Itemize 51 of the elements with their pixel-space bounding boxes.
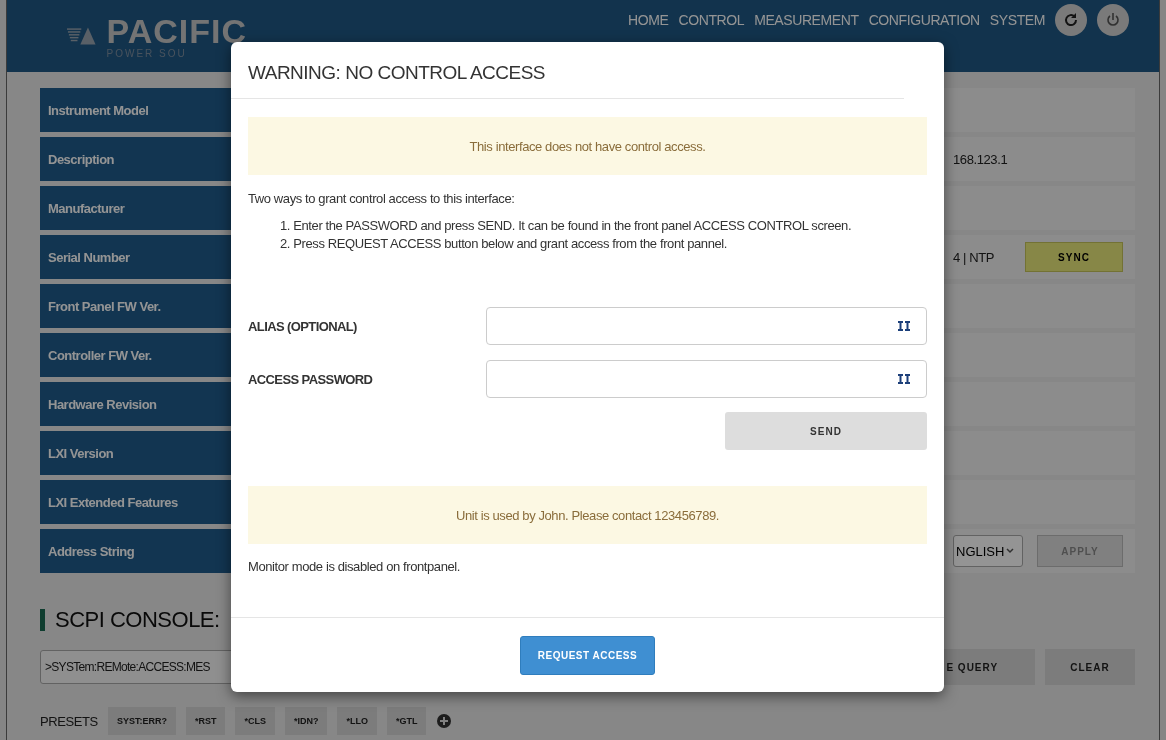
nav-link[interactable]: HOME <box>628 12 669 28</box>
preset-button[interactable]: SYST:ERR? <box>107 707 176 735</box>
section-title: SCPI CONSOLE: <box>55 607 220 633</box>
logo-name: PACIFIC <box>106 13 247 48</box>
power-button[interactable] <box>1097 4 1129 36</box>
language-select[interactable]: NGLISH <box>953 535 1023 567</box>
power-icon <box>1105 12 1121 28</box>
info-label: Manufacturer <box>40 186 232 230</box>
info-label: LXI Extended Features <box>40 480 232 524</box>
info-label: Hardware Revision <box>40 382 232 426</box>
info-label: Address String <box>40 529 232 573</box>
nav-link[interactable]: MEASUREMENT <box>754 12 859 28</box>
preset-button[interactable]: *CLS <box>235 707 275 735</box>
field-value: 168.123.1 <box>953 151 1008 167</box>
info-label: Serial Number <box>40 235 232 279</box>
instructions-text: Two ways to grant control access to this interface: <box>248 191 516 206</box>
send-button[interactable]: SEND <box>725 412 927 450</box>
sync-button[interactable]: SYNC <box>1025 242 1123 272</box>
caret-icon <box>1006 548 1014 554</box>
info-alert: Unit is used by John. Please contact 123456789. <box>248 486 927 544</box>
step-text: 1. Enter the PASSWORD and press SEND. It can be found in the front panel ACCESS CONTROL screen. <box>280 218 853 233</box>
section-marker <box>40 609 45 631</box>
dialog-title: WARNING: NO CONTROL ACCESS <box>248 62 546 84</box>
info-label: Controller FW Ver. <box>40 333 232 377</box>
request-access-button[interactable]: REQUEST ACCESS <box>520 635 655 675</box>
refresh-icon <box>1063 12 1079 28</box>
refresh-button[interactable] <box>1055 4 1087 36</box>
preset-button[interactable]: *IDN? <box>284 707 328 735</box>
info-label: Description <box>40 137 232 181</box>
text-cursor-icon <box>898 374 910 384</box>
input-field[interactable] <box>486 360 927 398</box>
note-text: Monitor mode is disabled on frontpanel. <box>248 559 462 574</box>
field-label: ALIAS (OPTIONAL) <box>248 318 358 334</box>
preset-button[interactable]: *RST <box>185 707 226 735</box>
preset-button[interactable]: *LLO <box>337 707 377 735</box>
info-label: Front Panel FW Ver. <box>40 284 232 328</box>
nav-link[interactable]: CONFIGURATION <box>868 12 980 28</box>
field-label: ACCESS PASSWORD <box>248 371 374 387</box>
text-cursor-icon <box>898 321 910 331</box>
info-label: LXI Version <box>40 431 232 475</box>
nav-link[interactable]: SYSTEM <box>989 12 1045 28</box>
preset-button[interactable]: *GTL <box>386 707 427 735</box>
warning-alert: This interface does not have control access. <box>248 117 927 175</box>
field-value: 4 | NTP <box>953 249 995 265</box>
step-text: 2. Press REQUEST ACCESS button below and grant access from the front pannel. <box>280 236 728 251</box>
clear-button[interactable]: CLEAR <box>1045 649 1135 685</box>
add-icon[interactable] <box>436 713 453 729</box>
nav-link[interactable]: CONTROL <box>678 12 745 28</box>
input-field[interactable] <box>486 307 927 345</box>
info-label: Instrument Model <box>40 88 232 132</box>
presets-label: PRESETS <box>40 713 98 729</box>
